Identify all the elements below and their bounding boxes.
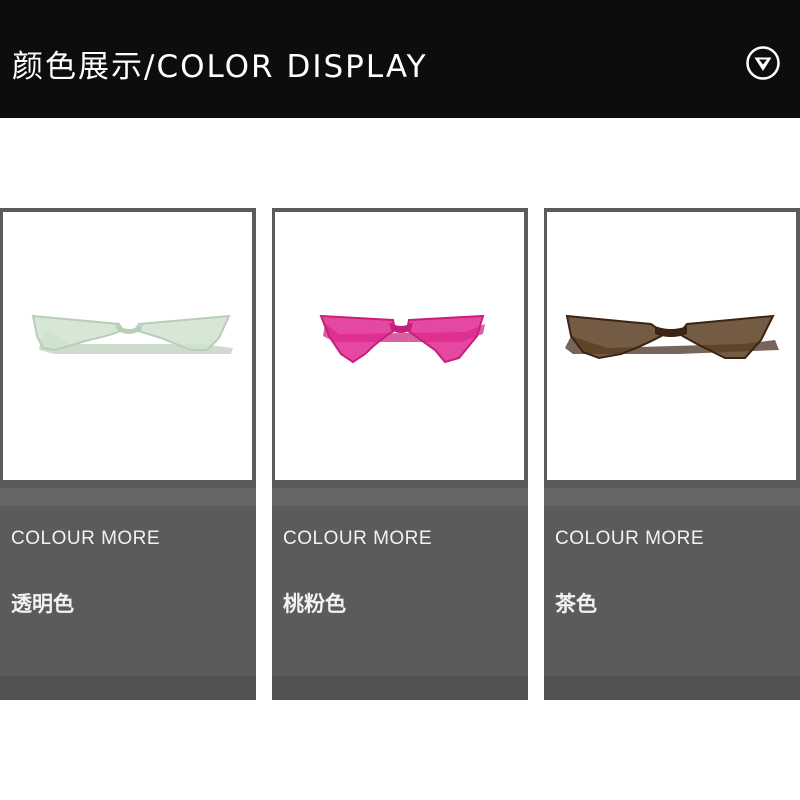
product-image: [3, 212, 252, 480]
color-name: 透明色: [11, 592, 74, 616]
colour-more-label: COLOUR MORE: [11, 528, 161, 549]
color-name: 桃粉色: [283, 592, 346, 616]
color-card-clear[interactable]: COLOUR MORE 透明色: [0, 208, 256, 700]
header-bar: 颜色展示/COLOR DISPLAY: [0, 0, 800, 118]
colour-more-label: COLOUR MORE: [283, 528, 433, 549]
color-card-tea-brown[interactable]: COLOUR MORE 茶色: [544, 208, 800, 700]
product-image: [275, 212, 524, 480]
chevron-down-circle-icon[interactable]: [745, 45, 781, 81]
page-title: 颜色展示/COLOR DISPLAY: [12, 49, 428, 85]
card-footer: [0, 676, 256, 700]
product-image: [547, 212, 796, 480]
sunglasses-icon: [319, 314, 485, 364]
card-band: [544, 488, 800, 506]
colour-more-label: COLOUR MORE: [555, 528, 705, 549]
card-footer: [544, 676, 800, 700]
card-footer: [272, 676, 528, 700]
color-card-peach-pink[interactable]: COLOUR MORE 桃粉色: [272, 208, 528, 700]
card-band: [0, 488, 256, 506]
sunglasses-icon: [565, 314, 779, 360]
card-band: [272, 488, 528, 506]
color-name: 茶色: [555, 592, 597, 616]
sunglasses-icon: [31, 314, 233, 354]
